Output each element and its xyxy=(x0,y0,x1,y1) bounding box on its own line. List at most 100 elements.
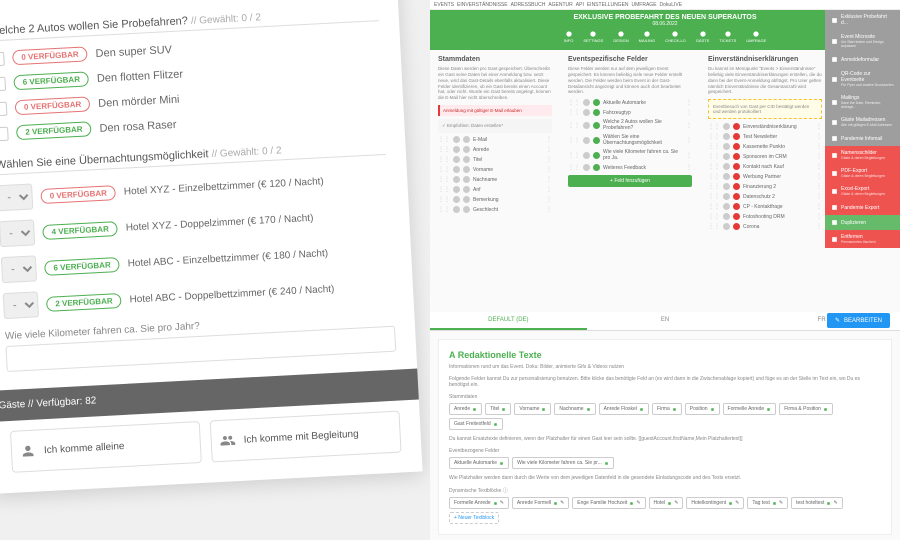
field-menu-icon[interactable]: ⋮ xyxy=(546,156,552,163)
field-row[interactable]: ⋮⋮Datenschutz 2⋮ xyxy=(708,193,822,200)
placeholder-chip[interactable]: Anrede Floskel xyxy=(599,403,649,415)
field-menu-icon[interactable]: ⋮ xyxy=(816,153,822,160)
placeholder-chip[interactable]: Position xyxy=(685,403,720,415)
tool-icon[interactable]: INFO xyxy=(564,30,574,43)
field-menu-icon[interactable]: ⋮ xyxy=(816,193,822,200)
field-menu-icon[interactable]: ⋮ xyxy=(816,173,822,180)
drag-icon[interactable]: ⋮⋮ xyxy=(708,173,720,180)
field-row[interactable]: ⋮⋮Einverständniserklärung⋮ xyxy=(708,123,822,130)
field-row[interactable]: ⋮⋮Bemerkung⋮ xyxy=(438,196,552,203)
field-menu-icon[interactable]: ⋮ xyxy=(686,152,692,159)
placeholder-chip[interactable]: Aktuelle Automarke xyxy=(449,457,509,469)
come-alone-button[interactable]: Ich komme alleine xyxy=(10,421,202,473)
field-row[interactable]: ⋮⋮Corona⋮ xyxy=(708,223,822,230)
checkbox[interactable] xyxy=(0,126,9,141)
field-row[interactable]: ⋮⋮Anf⋮ xyxy=(438,186,552,193)
field-row[interactable]: ⋮⋮Weiteres Feedback⋮ xyxy=(568,164,692,171)
topmenu-item[interactable]: EVENTS xyxy=(434,2,454,8)
field-row[interactable]: ⋮⋮Aktuelle Automarke⋮ xyxy=(568,99,692,106)
topmenu-item[interactable]: API xyxy=(576,2,584,8)
drag-icon[interactable]: ⋮⋮ xyxy=(438,146,450,153)
edit-icon[interactable]: ✎ xyxy=(636,500,640,506)
placeholder-chip[interactable]: Formelle Anrede ✎ xyxy=(449,497,509,509)
drag-icon[interactable]: ⋮⋮ xyxy=(568,122,580,129)
sidebar-action[interactable]: Duplizieren xyxy=(825,215,900,230)
add-field-button[interactable]: + Feld hinzufügen xyxy=(568,175,692,187)
field-row[interactable]: ⋮⋮Kontakt nach Kauf⋮ xyxy=(708,163,822,170)
placeholder-chip[interactable]: Firma & Position xyxy=(779,403,833,415)
field-menu-icon[interactable]: ⋮ xyxy=(816,223,822,230)
placeholder-chip[interactable]: Tag test ✎ xyxy=(747,497,788,509)
drag-icon[interactable]: ⋮⋮ xyxy=(708,213,720,220)
drag-icon[interactable]: ⋮⋮ xyxy=(708,133,720,140)
drag-icon[interactable]: ⋮⋮ xyxy=(708,143,720,150)
sidebar-action[interactable]: NamensschilderGäste & deren Begleitungen xyxy=(825,146,900,164)
sidebar-action[interactable]: Event MicrositeVor Start testen und Desi… xyxy=(825,30,900,52)
sidebar-action[interactable]: Anmeldeformular xyxy=(825,52,900,67)
field-menu-icon[interactable]: ⋮ xyxy=(686,99,692,106)
field-menu-icon[interactable]: ⋮ xyxy=(546,146,552,153)
sidebar-action[interactable]: Exklusive Probefahrt d... xyxy=(825,10,900,30)
field-row[interactable]: ⋮⋮Nachname⋮ xyxy=(438,176,552,183)
edit-icon[interactable]: ✎ xyxy=(500,500,504,506)
drag-icon[interactable]: ⋮⋮ xyxy=(708,163,720,170)
field-row[interactable]: ⋮⋮CP - Kontaktfrage⋮ xyxy=(708,203,822,210)
drag-icon[interactable]: ⋮⋮ xyxy=(438,196,450,203)
edit-icon[interactable]: ✎ xyxy=(833,500,837,506)
tool-icon[interactable]: TICKETS xyxy=(719,30,736,43)
field-row[interactable]: ⋮⋮Fahrzeugtyp⋮ xyxy=(568,109,692,116)
field-row[interactable]: ⋮⋮Anrede⋮ xyxy=(438,146,552,153)
sidebar-action[interactable]: EntfernenPermanentes löschen! xyxy=(825,230,900,248)
sidebar-action[interactable]: Gäste MailadressenAlle mit gültigen E-Ma… xyxy=(825,113,900,131)
field-row[interactable]: ⋮⋮Test Newsletter⋮ xyxy=(708,133,822,140)
field-row[interactable]: ⋮⋮E-Mail⋮ xyxy=(438,136,552,143)
field-row[interactable]: ⋮⋮Vorname⋮ xyxy=(438,166,552,173)
drag-icon[interactable]: ⋮⋮ xyxy=(438,206,450,213)
edit-button[interactable]: ✎ BEARBEITEN xyxy=(827,313,890,328)
qty-select[interactable]: - xyxy=(0,219,35,247)
checkbox[interactable] xyxy=(0,51,5,66)
field-row[interactable]: ⋮⋮Wie viele Kilometer fahren ca. Sie pro… xyxy=(568,149,692,161)
placeholder-chip[interactable]: Hotel ✎ xyxy=(649,497,684,509)
sidebar-action[interactable]: Excel-ExportGäste & deren Begleitungen xyxy=(825,182,900,200)
checkbox[interactable] xyxy=(0,101,7,116)
edit-icon[interactable]: ✎ xyxy=(735,500,739,506)
placeholder-chip[interactable]: Anrede xyxy=(449,403,482,415)
qty-select[interactable]: - xyxy=(0,183,33,211)
field-menu-icon[interactable]: ⋮ xyxy=(686,109,692,116)
drag-icon[interactable]: ⋮⋮ xyxy=(438,136,450,143)
drag-icon[interactable]: ⋮⋮ xyxy=(708,223,720,230)
drag-icon[interactable]: ⋮⋮ xyxy=(438,156,450,163)
field-menu-icon[interactable]: ⋮ xyxy=(546,196,552,203)
qty-select[interactable]: - xyxy=(3,291,39,319)
field-row[interactable]: ⋮⋮Welche 2 Autos wollen Sie Probefahren?… xyxy=(568,119,692,131)
tool-icon[interactable]: MAILING xyxy=(639,30,655,43)
topmenu-item[interactable]: EINVERSTÄNDNISSE xyxy=(457,2,508,8)
topmenu-item[interactable]: UMFRAGE xyxy=(632,2,657,8)
drag-icon[interactable]: ⋮⋮ xyxy=(568,137,580,144)
tool-icon[interactable]: SETTINGS xyxy=(583,30,603,43)
topmenu-item[interactable]: EINSTELLUNGEN xyxy=(587,2,629,8)
placeholder-chip[interactable]: Gast Freitextfeld xyxy=(449,418,503,430)
checkbox[interactable] xyxy=(0,76,6,91)
topmenu-item[interactable]: DokuLIVE xyxy=(660,2,683,8)
placeholder-chip[interactable]: Hotelkontingent ✎ xyxy=(686,497,744,509)
placeholder-chip[interactable]: Firma xyxy=(652,403,682,415)
qty-select[interactable]: - xyxy=(1,255,37,283)
placeholder-chip[interactable]: test hoteltest ✎ xyxy=(791,497,843,509)
field-row[interactable]: ⋮⋮Geschlecht⋮ xyxy=(438,206,552,213)
field-menu-icon[interactable]: ⋮ xyxy=(546,136,552,143)
drag-icon[interactable]: ⋮⋮ xyxy=(568,164,580,171)
topmenu-item[interactable]: AGENTUR xyxy=(548,2,572,8)
edit-icon[interactable]: ✎ xyxy=(779,500,783,506)
field-row[interactable]: ⋮⋮Sponsoren im CRM⋮ xyxy=(708,153,822,160)
field-menu-icon[interactable]: ⋮ xyxy=(816,163,822,170)
sidebar-action[interactable]: MailingsSave the Date, Reminder, Anfrage… xyxy=(825,91,900,113)
new-textblock-button[interactable]: + Neuer Textblock xyxy=(449,512,499,524)
placeholder-chip[interactable]: Titel xyxy=(485,403,511,415)
field-menu-icon[interactable]: ⋮ xyxy=(546,166,552,173)
come-with-company-button[interactable]: Ich komme mit Begleitung xyxy=(210,411,402,463)
placeholder-chip[interactable]: Enge Familie Hochzeit ✎ xyxy=(572,497,645,509)
placeholder-chip[interactable]: Wie viele Kilometer fahren ca. Sie pr... xyxy=(512,457,614,469)
sidebar-action[interactable]: PDF-ExportGäste & deren Begleitungen xyxy=(825,164,900,182)
